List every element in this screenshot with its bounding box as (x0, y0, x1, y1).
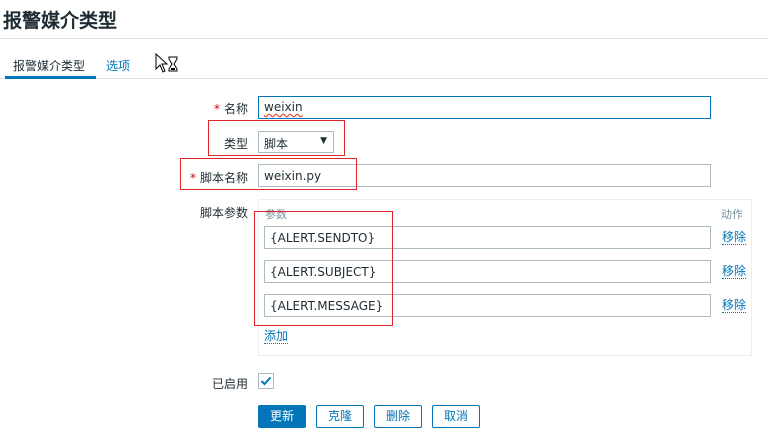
check-icon (260, 376, 272, 386)
add-param-link[interactable]: 添加 (264, 330, 289, 344)
type-label: 类型 (223, 137, 248, 151)
script-name-input[interactable] (258, 164, 711, 187)
busy-cursor-icon (155, 53, 178, 73)
remove-param-1-link[interactable]: 移除 (722, 231, 747, 245)
remove-param-3-link[interactable]: 移除 (722, 299, 747, 313)
param-input-1[interactable] (264, 226, 711, 249)
update-button[interactable]: 更新 (258, 405, 306, 428)
active-tab-indicator (5, 76, 96, 79)
params-header-action: 动作 (721, 208, 743, 221)
page-title: 报警媒介类型 (3, 10, 118, 32)
enabled-checkbox[interactable] (258, 373, 274, 389)
name-input-value: weixin (264, 100, 303, 114)
clone-button[interactable]: 克隆 (316, 405, 364, 428)
tab-media-type[interactable]: 报警媒介类型 (13, 57, 85, 74)
cancel-button[interactable]: 取消 (432, 405, 480, 428)
tab-options[interactable]: 选项 (106, 57, 130, 74)
script-name-label: * 脚本名称 (189, 171, 248, 185)
enabled-label: 已启用 (211, 377, 248, 391)
param-input-2[interactable] (264, 260, 711, 283)
params-header-param: 参数 (265, 208, 287, 221)
name-input[interactable]: weixin (258, 96, 711, 119)
tab-bar: 报警媒介类型 选项 (0, 48, 768, 79)
chevron-down-icon: ▼ (320, 136, 327, 146)
required-mark: * (189, 171, 196, 185)
remove-param-2-link[interactable]: 移除 (722, 265, 747, 279)
script-params-label: 脚本参数 (199, 206, 248, 220)
required-mark: * (213, 102, 220, 116)
type-select[interactable]: 脚本 ▼ (258, 131, 334, 153)
param-input-3[interactable] (264, 294, 711, 317)
title-bar: 报警媒介类型 (0, 0, 768, 39)
type-select-value: 脚本 (264, 137, 289, 151)
delete-button[interactable]: 删除 (374, 405, 422, 428)
name-label: * 名称 (213, 102, 248, 116)
